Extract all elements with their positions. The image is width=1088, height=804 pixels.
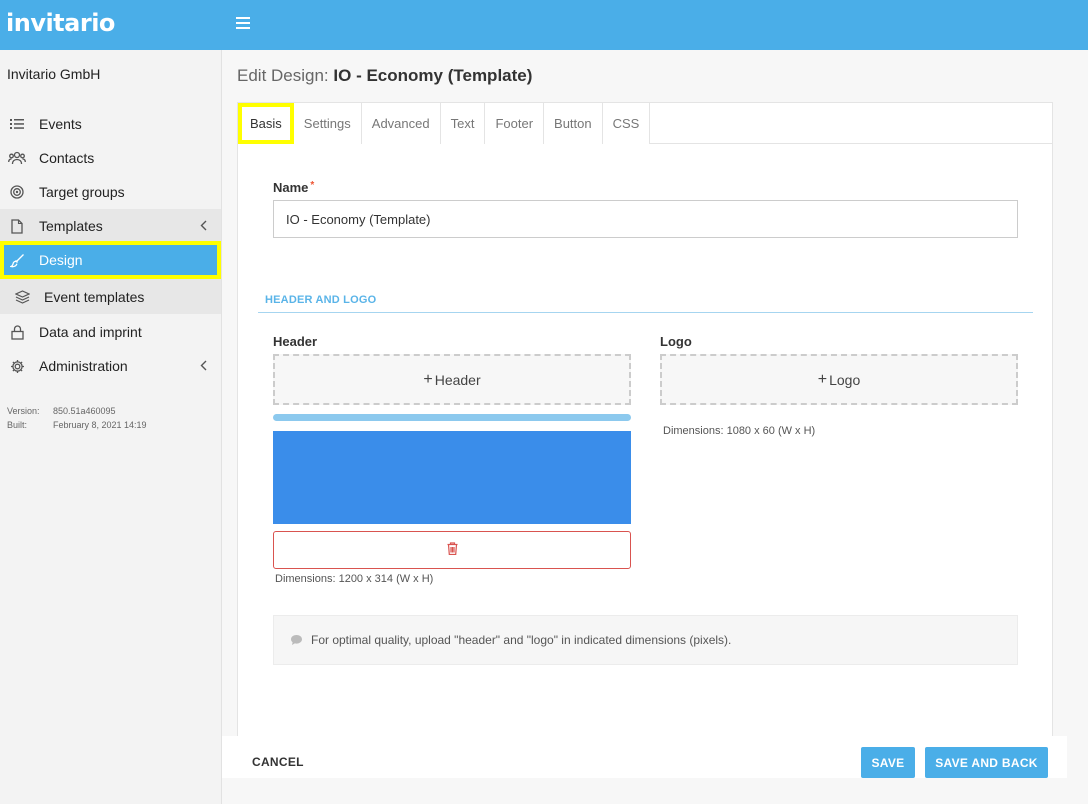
sidebar-item-label: Administration <box>39 358 128 374</box>
upload-header-label: Header <box>434 371 481 388</box>
design-form-card: Basis Settings Advanced Text Footer Butt… <box>237 102 1053 742</box>
tab-bar: Basis Settings Advanced Text Footer Butt… <box>238 103 1052 144</box>
sidebar-item-data-and-imprint[interactable]: Data and imprint <box>0 315 221 349</box>
sidebar-item-label: Data and imprint <box>39 324 142 340</box>
organization-name: Invitario GmbH <box>7 66 101 82</box>
brush-icon <box>8 251 26 269</box>
info-text: For optimal quality, upload "header" and… <box>311 633 732 647</box>
sidebar-item-label: Target groups <box>39 184 125 200</box>
list-icon <box>8 115 26 133</box>
tab-text[interactable]: Text <box>440 103 486 144</box>
sidebar-item-target-groups[interactable]: Target groups <box>0 175 221 209</box>
save-button[interactable]: SAVE <box>861 747 915 778</box>
trash-icon <box>447 542 458 558</box>
section-title-header-and-logo: HEADER AND LOGO <box>265 294 377 306</box>
tab-button[interactable]: Button <box>544 103 603 144</box>
sidebar: Invitario GmbH Events Contacts Target gr… <box>0 50 222 804</box>
sidebar-item-events[interactable]: Events <box>0 107 221 141</box>
header-image-preview <box>273 431 631 524</box>
version-info: Version: 850.51a460095 Built: February 8, … <box>7 404 147 432</box>
sidebar-item-label: Templates <box>39 218 103 234</box>
upload-logo-button[interactable]: + Logo <box>660 354 1018 405</box>
save-and-back-button[interactable]: SAVE AND BACK <box>925 747 1048 778</box>
tab-css[interactable]: CSS <box>602 103 651 144</box>
sidebar-item-design[interactable]: Design <box>0 241 221 279</box>
built-label: Built: <box>7 420 28 430</box>
info-message: For optimal quality, upload "header" and… <box>273 615 1018 665</box>
required-mark: * <box>310 180 315 191</box>
header-dimensions: Dimensions: 1200 x 314 (W x H) <box>275 573 434 585</box>
cancel-button[interactable]: CANCEL <box>252 755 304 769</box>
upload-header-button[interactable]: + Header <box>273 354 631 405</box>
name-field[interactable] <box>273 200 1018 238</box>
sidebar-item-administration[interactable]: Administration <box>0 349 221 383</box>
tab-footer[interactable]: Footer <box>485 103 545 144</box>
sidebar-item-contacts[interactable]: Contacts <box>0 141 221 175</box>
page-title-prefix: Edit Design: <box>237 66 329 85</box>
section-divider <box>258 312 1033 313</box>
upload-logo-label: Logo <box>829 371 861 388</box>
page-title: Edit Design: IO - Economy (Template) <box>237 66 532 86</box>
target-icon <box>8 183 26 201</box>
users-icon <box>8 149 26 167</box>
plus-icon: + <box>817 370 828 388</box>
built-value: February 8, 2021 14:19 <box>53 420 147 430</box>
chevron-left-icon <box>200 220 207 234</box>
version-value: 850.51a460095 <box>53 406 116 416</box>
file-icon <box>8 217 26 235</box>
sidebar-item-label: Design <box>39 252 83 268</box>
tab-basis[interactable]: Basis <box>238 103 294 144</box>
tab-advanced[interactable]: Advanced <box>361 103 441 144</box>
sidebar-item-event-templates[interactable]: Event templates <box>0 279 221 314</box>
header-label: Header <box>273 334 318 349</box>
page-title-name: IO - Economy (Template) <box>333 66 533 85</box>
delete-header-button[interactable] <box>273 531 631 569</box>
top-bar: invitario <box>0 0 1088 50</box>
sidebar-item-label: Events <box>39 116 82 132</box>
upload-progress-bar <box>273 414 631 421</box>
lock-icon <box>8 323 26 341</box>
layers-icon <box>13 288 31 306</box>
name-label-text: Name <box>273 180 309 195</box>
logo-label: Logo <box>660 334 692 349</box>
sidebar-item-label: Event templates <box>44 288 145 305</box>
menu-toggle-icon[interactable] <box>236 17 250 31</box>
sidebar-item-label: Contacts <box>39 150 95 166</box>
chevron-left-icon <box>200 360 207 374</box>
sidebar-item-templates[interactable]: Templates <box>0 209 221 243</box>
plus-icon: + <box>423 370 433 388</box>
version-label: Version: <box>7 406 40 416</box>
logo-dimensions: Dimensions: 1080 x 60 (W x H) <box>663 425 816 437</box>
name-field-label: Name * <box>273 180 314 195</box>
gear-icon <box>8 357 26 375</box>
app-logo[interactable]: invitario <box>6 9 115 37</box>
comment-icon <box>290 634 303 646</box>
tab-settings[interactable]: Settings <box>293 103 362 144</box>
